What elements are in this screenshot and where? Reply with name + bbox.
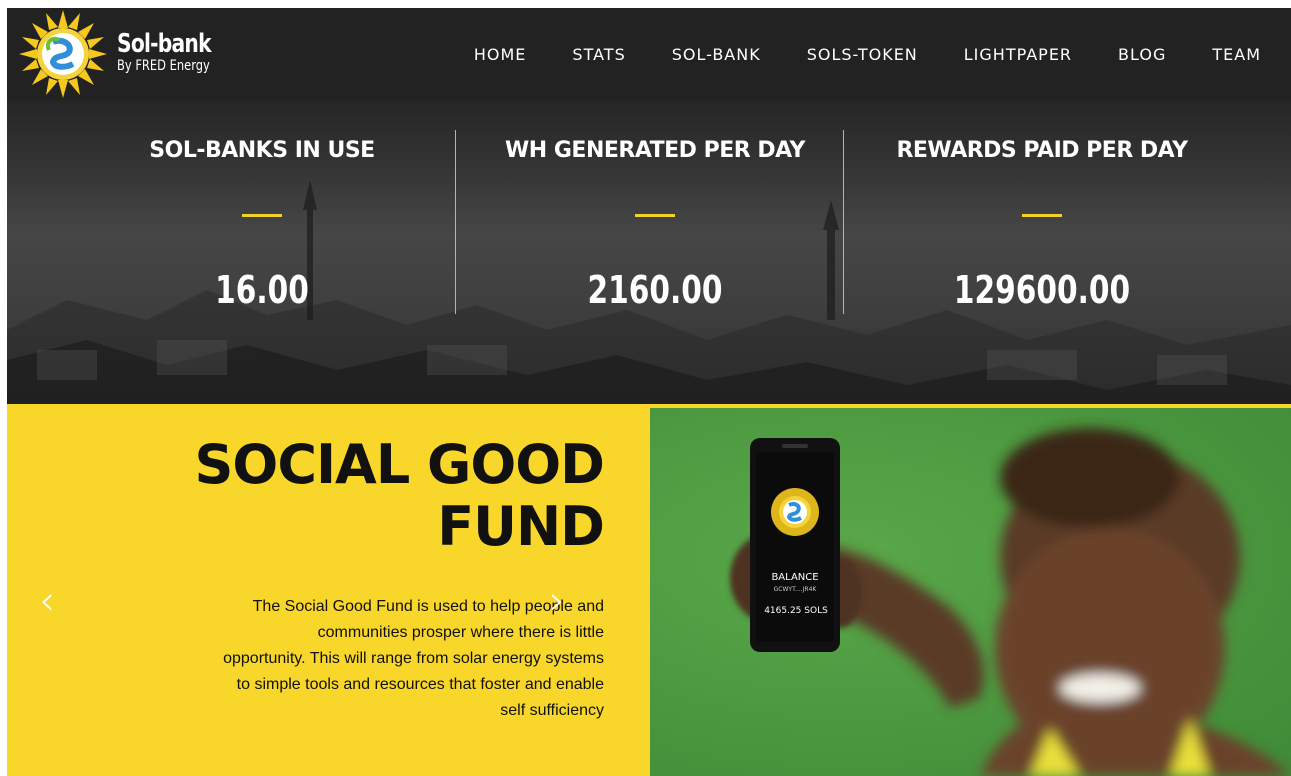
stat-value: 16.00 [215, 268, 309, 312]
nav-team[interactable]: TEAM [1212, 45, 1261, 64]
stat-divider-dash [242, 214, 282, 217]
stat-rewards-paid: REWARDS PAID PER DAY 129600.00 [847, 100, 1237, 404]
carousel-prev-arrow-icon[interactable]: ‹ [39, 578, 55, 624]
stat-label: REWARDS PAID PER DAY [896, 138, 1188, 163]
stat-divider-dash [635, 214, 675, 217]
description-line: self sufficiency [500, 702, 604, 719]
stats-divider [455, 130, 456, 314]
stat-value: 129600.00 [953, 268, 1131, 312]
social-good-description: The Social Good Fund is used to help peo… [164, 594, 604, 724]
stats-section: SOL-BANKS IN USE 16.00 WH GENERATED PER … [7, 100, 1291, 404]
main-nav: HOME STATS SOL-BANK SOLS-TOKEN LIGHTPAPE… [428, 8, 1261, 100]
carousel-next-arrow-icon[interactable]: › [549, 578, 565, 624]
stats-divider [843, 130, 844, 314]
phone-balance-label: BALANCE [771, 572, 819, 583]
nav-lightpaper[interactable]: LIGHTPAPER [964, 45, 1072, 64]
sun-logo-icon[interactable] [17, 10, 109, 98]
stat-divider-dash [1022, 214, 1062, 217]
title-line: FUND [437, 495, 605, 558]
brand-subtitle: By FRED Energy [117, 58, 210, 74]
stat-sol-banks: SOL-BANKS IN USE 16.00 [67, 100, 457, 404]
description-line: to simple tools and resources that foste… [236, 676, 604, 693]
nav-stats[interactable]: STATS [572, 45, 625, 64]
stat-label: WH GENERATED PER DAY [505, 138, 805, 163]
nav-sol-bank[interactable]: SOL-BANK [672, 45, 761, 64]
nav-sols-token[interactable]: SOLS-TOKEN [807, 45, 918, 64]
stat-value: 2160.00 [587, 268, 723, 312]
site-header: Sol-bank By FRED Energy HOME STATS SOL-B… [7, 8, 1291, 100]
stat-label: SOL-BANKS IN USE [149, 138, 375, 163]
phone-address: GCWYT....JR4K [773, 586, 817, 593]
phone-amount: 4165.25 SOLS [764, 606, 828, 616]
stat-wh-generated: WH GENERATED PER DAY 2160.00 [460, 100, 850, 404]
hero-photo: BALANCE GCWYT....JR4K 4165.25 SOLS [650, 408, 1291, 776]
phone [750, 438, 840, 652]
brand[interactable]: Sol-bank By FRED Energy [117, 30, 237, 74]
social-good-title: SOCIAL GOOD FUND [84, 433, 605, 558]
description-line: opportunity. This will range from solar … [223, 650, 604, 667]
person-holding-phone-image [730, 428, 1291, 776]
social-good-section: SOCIAL GOOD FUND The Social Good Fund is… [7, 404, 650, 776]
nav-home[interactable]: HOME [474, 45, 527, 64]
nav-blog[interactable]: BLOG [1118, 45, 1166, 64]
description-line: communities prosper where there is littl… [317, 624, 604, 641]
title-line: SOCIAL GOOD [194, 433, 605, 496]
brand-title: Sol-bank [117, 29, 212, 59]
